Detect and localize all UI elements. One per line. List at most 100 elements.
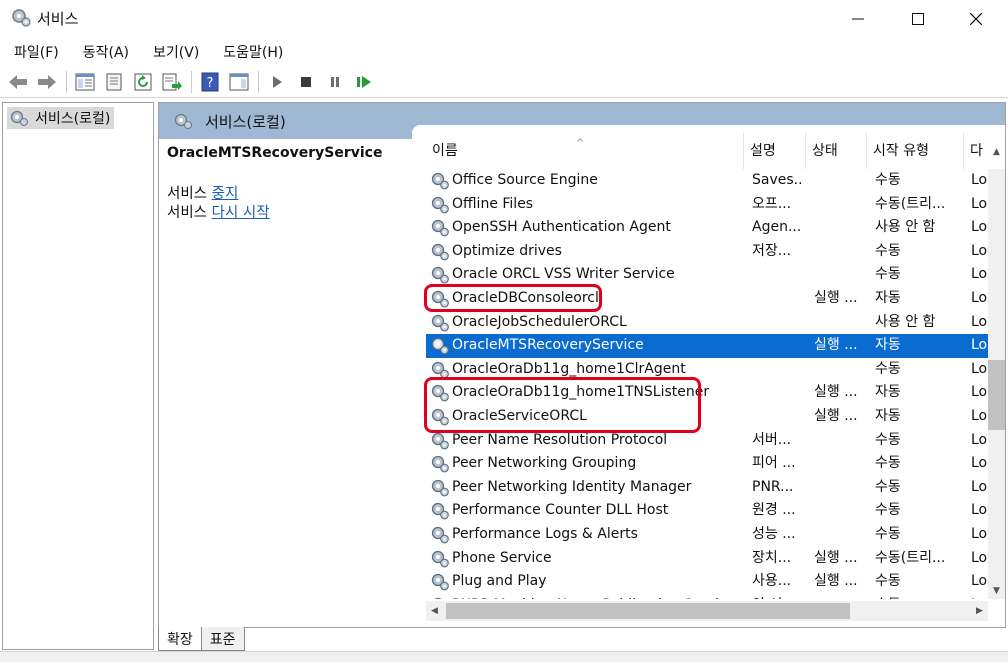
service-row[interactable]: OpenSSH Authentication Agent Agen... 사용 안 … [426, 216, 988, 240]
properties-button[interactable] [102, 70, 126, 94]
toolbar: ? [0, 66, 1008, 98]
service-gear-icon [431, 503, 449, 520]
restart-service-link[interactable]: 다시 시작 [212, 205, 270, 221]
minimize-icon [852, 18, 864, 20]
service-row[interactable]: OracleJobSchedulerORCL 사용 안 함 Lo [426, 311, 988, 335]
service-description: 장치... [752, 549, 792, 566]
services-gear-icon [12, 9, 31, 27]
vertical-scrollbar[interactable]: ▼ [988, 169, 1005, 599]
service-status: 실행 ... [814, 290, 858, 306]
service-name: Optimize drives [452, 242, 562, 259]
restart-service-button[interactable] [352, 70, 376, 94]
service-startup-type: 자동 [875, 408, 901, 424]
service-row[interactable]: OracleMTSRecoveryService 실행 ... 자동 Lo [426, 334, 988, 358]
service-gear-icon [431, 432, 449, 449]
service-logon: Lo [971, 478, 988, 495]
service-row[interactable]: Peer Networking Grouping 피어 ... 수동 Lo [426, 452, 988, 476]
back-button[interactable] [6, 70, 30, 94]
show-console-tree-button[interactable] [73, 70, 97, 94]
export-list-button[interactable] [160, 70, 184, 94]
tree-item-label: 서비스(로컬) [35, 111, 111, 127]
service-status: 실행 ... [814, 384, 858, 401]
service-row[interactable]: Phone Service 장치... 실행 ... 수동(트리... Lo [426, 547, 988, 571]
service-row[interactable]: Performance Logs & Alerts 성능 ... 수동 Lo [426, 523, 988, 547]
service-description [752, 381, 804, 405]
minimize-button[interactable] [828, 0, 888, 38]
refresh-icon [134, 73, 152, 90]
help-button[interactable]: ? [198, 70, 222, 94]
service-description [752, 405, 804, 429]
menu-help[interactable]: 도움말(H) [215, 38, 291, 66]
maximize-button[interactable] [888, 0, 948, 38]
scroll-left-button[interactable]: ◀ [426, 601, 443, 621]
vertical-scroll-thumb[interactable] [988, 360, 1005, 430]
service-status [814, 476, 866, 500]
service-startup-type: 수동 [875, 573, 901, 590]
service-status [814, 169, 866, 193]
service-row[interactable]: PNRP Machine Name Publication Service 이 서… [426, 594, 988, 599]
service-row[interactable]: Peer Networking Identity Manager PNR... 수동… [426, 476, 988, 500]
service-row[interactable]: Plug and Play 사용... 실행 ... 수동 Lo [426, 570, 988, 594]
column-name[interactable]: 이름 [426, 133, 744, 169]
service-name: OracleOraDb11g_home1ClrAgent [452, 360, 686, 377]
service-logon: Lo [971, 408, 988, 424]
column-status[interactable]: 상태 [806, 133, 867, 169]
action-prefix: 서비스 [167, 186, 208, 202]
horizontal-scroll-thumb[interactable] [446, 603, 850, 619]
service-name: OracleServiceORCL [452, 408, 587, 424]
service-logon: Lo [971, 290, 988, 306]
service-description: 저장... [752, 242, 792, 259]
horizontal-scrollbar[interactable]: ◀ ▶ [426, 601, 988, 621]
service-status: 실행 ... [814, 573, 858, 590]
stop-service-button[interactable] [294, 70, 318, 94]
service-status: 실행 ... [814, 549, 858, 566]
header-scroll-up-icon: ▲ [993, 146, 1000, 157]
service-status: 실행 ... [814, 408, 858, 424]
start-service-button[interactable] [265, 70, 289, 94]
menu-action[interactable]: 동작(A) [75, 38, 137, 66]
service-row[interactable]: OracleOraDb11g_home1ClrAgent 수동 Lo [426, 358, 988, 382]
stop-service-link[interactable]: 중지 [212, 186, 239, 202]
pause-service-button[interactable] [323, 70, 347, 94]
service-gear-icon [431, 267, 449, 284]
service-row[interactable]: Optimize drives 저장... 수동 Lo [426, 240, 988, 264]
service-row[interactable]: OracleOraDb11g_home1TNSListener 실행 ... 자동 L… [426, 381, 988, 405]
service-gear-icon [434, 597, 442, 599]
service-status [814, 263, 866, 287]
service-description [752, 287, 804, 311]
service-startup-type: 사용 안 함 [875, 313, 936, 330]
service-startup-type: 수동(트리... [875, 195, 946, 212]
service-logon: Lo [971, 594, 988, 599]
action-pane-button[interactable] [227, 70, 251, 94]
service-row[interactable]: Peer Name Resolution Protocol 서버... 수동 Lo [426, 429, 988, 453]
service-row[interactable]: OracleServiceORCL 실행 ... 자동 Lo [426, 405, 988, 429]
service-description: 서버... [752, 431, 792, 448]
service-startup-type: 자동 [875, 290, 901, 306]
refresh-button[interactable] [131, 70, 155, 94]
column-logon[interactable]: 다 [964, 133, 988, 169]
service-row[interactable]: OracleDBConsoleorcl 실행 ... 자동 Lo [426, 287, 988, 311]
service-description-panel: OracleMTSRecoveryService 서비스 중지 서비스 다시 시… [167, 145, 415, 223]
service-row[interactable]: Oracle ORCL VSS Writer Service 수동 Lo [426, 263, 988, 287]
service-startup-type: 수동 [875, 478, 901, 495]
service-row[interactable]: Office Source Engine Saves... 수동 Lo [426, 169, 988, 193]
column-description[interactable]: 설명 [744, 133, 806, 169]
service-row[interactable]: Offline Files 오프... 수동(트리... Lo [426, 193, 988, 217]
scroll-right-button[interactable]: ▶ [971, 601, 988, 621]
service-description [752, 358, 804, 382]
service-row[interactable]: Performance Counter DLL Host 원경 ... 수동 Lo [426, 499, 988, 523]
selected-service-name: OracleMTSRecoveryService [167, 145, 383, 161]
service-status [814, 499, 866, 523]
column-startup-type[interactable]: 시작 유형 [867, 133, 964, 169]
service-name: OpenSSH Authentication Agent [452, 219, 671, 236]
forward-button[interactable] [35, 70, 59, 94]
scroll-down-button[interactable]: ▼ [988, 582, 1005, 599]
menu-view[interactable]: 보기(V) [145, 38, 207, 66]
close-button[interactable] [946, 0, 1006, 38]
tree-item-services-local[interactable]: 서비스(로컬) [7, 107, 115, 129]
tab-extended[interactable]: 확장 [158, 627, 202, 651]
service-description: 성능 ... [752, 526, 796, 542]
menu-file[interactable]: 파일(F) [6, 38, 67, 66]
tab-standard[interactable]: 표준 [200, 627, 245, 651]
console-tree: 서비스(로컬) [2, 102, 154, 650]
